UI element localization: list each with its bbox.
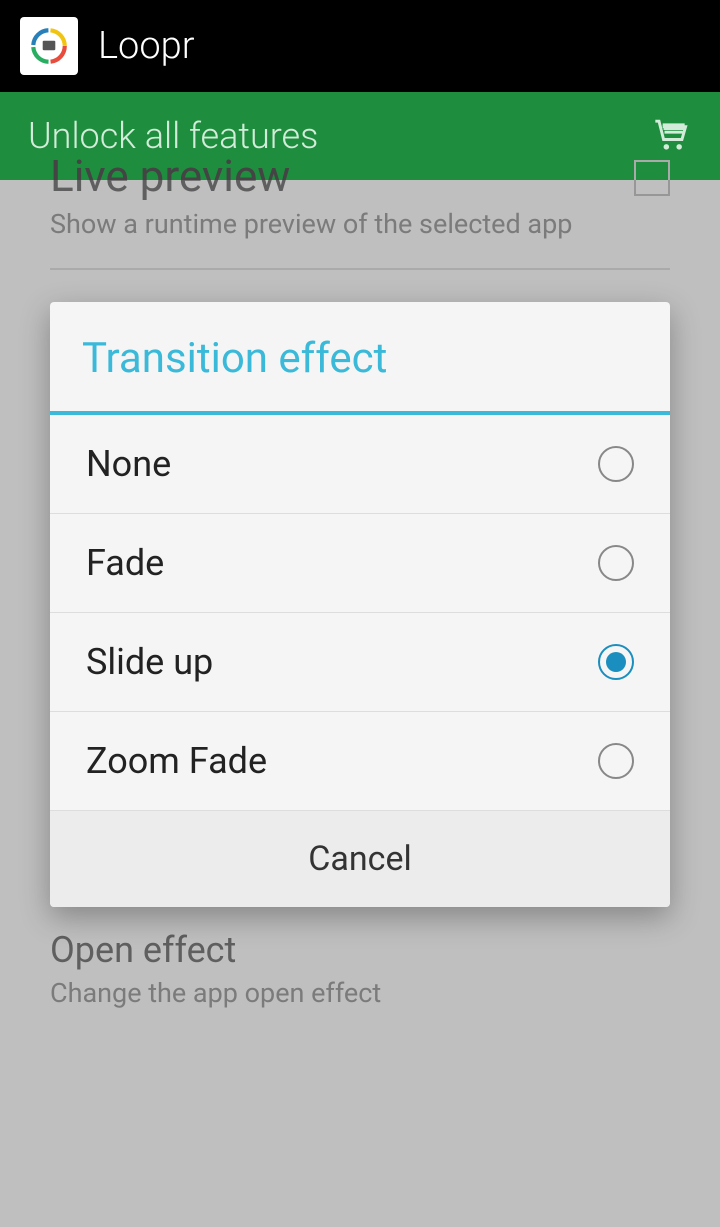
option-label: Zoom Fade — [86, 740, 267, 782]
option-slide-up[interactable]: Slide up — [50, 613, 670, 712]
option-none[interactable]: None — [50, 415, 670, 514]
transition-effect-dialog: Transition effect None Fade Slide up Zoo… — [50, 302, 670, 907]
dialog-title: Transition effect — [50, 302, 670, 415]
option-fade[interactable]: Fade — [50, 514, 670, 613]
option-label: None — [86, 443, 171, 485]
cart-icon — [648, 112, 692, 160]
action-bar: Loopr — [0, 0, 720, 92]
radio-icon — [598, 743, 634, 779]
radio-icon — [598, 545, 634, 581]
option-label: Fade — [86, 542, 164, 584]
app-title: Loopr — [98, 24, 195, 68]
radio-icon — [598, 446, 634, 482]
cancel-button[interactable]: Cancel — [50, 811, 670, 907]
app-icon — [20, 17, 78, 75]
radio-icon — [598, 644, 634, 680]
option-zoom-fade[interactable]: Zoom Fade — [50, 712, 670, 811]
option-label: Slide up — [86, 641, 213, 683]
